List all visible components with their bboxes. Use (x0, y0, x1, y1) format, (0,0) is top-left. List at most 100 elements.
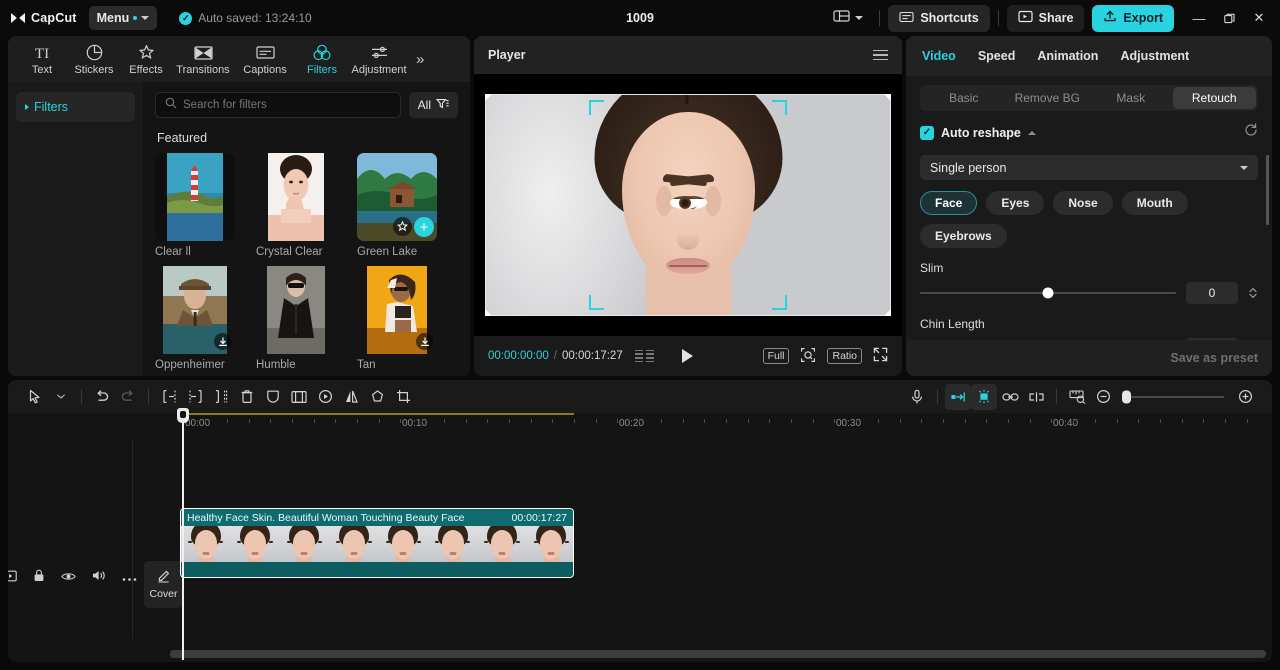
filter-thumbnail[interactable] (357, 266, 437, 354)
filter-thumbnail[interactable] (256, 266, 336, 354)
chip-eyebrows[interactable]: Eyebrows (920, 224, 1007, 248)
reset-icon[interactable] (1244, 123, 1258, 142)
snap-to-icon[interactable] (945, 383, 971, 410)
magnifier-icon[interactable] (800, 347, 816, 366)
filter-thumbnail[interactable] (155, 266, 235, 354)
frame-list-icon[interactable] (634, 349, 654, 363)
mirror-icon[interactable] (338, 384, 364, 410)
filter-thumbnail[interactable] (155, 153, 235, 241)
zoom-slider[interactable] (1122, 390, 1224, 403)
resize-handle-bottom-left[interactable] (485, 308, 493, 316)
chip-nose[interactable]: Nose (1053, 191, 1113, 215)
category-adjustment[interactable]: Adjustment (348, 42, 410, 76)
filter-item[interactable]: Oppenheimer (155, 266, 235, 371)
filter-item[interactable]: + Green Lake (357, 153, 437, 258)
unlink-icon[interactable] (1023, 384, 1049, 410)
auto-reshape-checkbox[interactable]: ✓ (920, 125, 934, 140)
more-icon[interactable] (122, 569, 137, 587)
lock-icon[interactable] (33, 569, 45, 587)
link-icon[interactable] (997, 384, 1023, 410)
timeline-horizontal-scrollbar[interactable] (170, 650, 1266, 658)
category-effects[interactable]: Effects (120, 42, 172, 76)
slim-stepper[interactable] (1248, 286, 1258, 300)
minimize-button[interactable]: — (1184, 3, 1214, 33)
hamburger-icon[interactable] (873, 49, 888, 61)
split-icon[interactable] (208, 384, 234, 410)
save-as-preset-button[interactable]: Save as preset (1170, 351, 1258, 365)
play-button[interactable] (681, 349, 693, 363)
crop-frame-icon[interactable] (286, 384, 312, 410)
chevron-double-right-icon[interactable]: » (416, 51, 424, 68)
subtab-mask[interactable]: Mask (1089, 87, 1173, 109)
filter-item[interactable]: Humble (256, 266, 336, 371)
zoom-out-icon[interactable] (1090, 384, 1116, 410)
rotate-icon[interactable] (364, 384, 390, 410)
resize-handle-bottom-right[interactable] (883, 308, 891, 316)
track-thumbnail-icon[interactable] (8, 569, 17, 587)
cover-button[interactable]: Cover (144, 561, 183, 608)
category-stickers[interactable]: Stickers (68, 42, 120, 76)
split-left-icon[interactable] (156, 384, 182, 410)
subtab-retouch[interactable]: Retouch (1172, 87, 1256, 109)
sidebar-item-filters[interactable]: Filters (16, 92, 135, 122)
person-select[interactable]: Single person (920, 155, 1258, 180)
microphone-icon[interactable] (904, 384, 930, 410)
select-dropdown-icon[interactable] (48, 384, 74, 410)
layout-button[interactable] (825, 5, 871, 32)
crop-handle-bottom-right[interactable] (772, 295, 787, 310)
mask-shield-icon[interactable] (260, 384, 286, 410)
collapse-chevron-icon[interactable] (1027, 130, 1036, 135)
zoom-slider-knob[interactable] (1122, 390, 1131, 403)
split-right-icon[interactable] (182, 384, 208, 410)
undo-icon[interactable] (89, 384, 115, 410)
close-button[interactable]: ✕ (1244, 3, 1274, 33)
category-filters[interactable]: Filters (296, 42, 348, 76)
filter-all-button[interactable]: All (408, 92, 458, 118)
ruler-icon[interactable] (1064, 384, 1090, 410)
download-icon[interactable] (214, 333, 231, 350)
chip-mouth[interactable]: Mouth (1121, 191, 1188, 215)
filter-item[interactable]: Crystal Clear (256, 153, 336, 258)
chip-eyes[interactable]: Eyes (986, 191, 1045, 215)
right-panel-scrollbar[interactable] (1266, 155, 1269, 225)
resize-handle-top-left[interactable] (485, 94, 493, 102)
crop-handle-bottom-left[interactable] (589, 295, 604, 310)
category-captions[interactable]: Captions (234, 42, 296, 76)
ratio-button[interactable]: Ratio (827, 348, 862, 364)
magnet-icon[interactable] (971, 383, 997, 410)
category-transitions[interactable]: Transitions (172, 42, 234, 76)
playhead[interactable] (177, 408, 189, 660)
export-button[interactable]: Export (1092, 4, 1174, 32)
full-quality-button[interactable]: Full (762, 348, 790, 364)
favorite-star-icon[interactable] (393, 217, 412, 236)
download-icon[interactable] (416, 333, 433, 350)
search-input[interactable]: Search for filters (155, 92, 401, 118)
timeline-ruler[interactable]: 00:00 00:10 00:20 00:30 00:40 (8, 413, 1272, 439)
timeline-clip[interactable]: Healthy Face Skin. Beautiful Woman Touch… (180, 508, 574, 578)
tab-animation[interactable]: Animation (1037, 49, 1098, 63)
category-text[interactable]: TI Text (16, 42, 68, 76)
subtab-remove-bg[interactable]: Remove BG (1006, 87, 1090, 109)
zoom-in-icon[interactable] (1232, 384, 1258, 410)
share-button[interactable]: Share (1006, 4, 1085, 32)
subtab-basic[interactable]: Basic (922, 87, 1006, 109)
shortcuts-button[interactable]: Shortcuts (888, 4, 990, 32)
select-arrow-icon[interactable] (22, 384, 48, 410)
filter-thumbnail[interactable] (256, 153, 336, 241)
slim-value-input[interactable]: 0 (1186, 282, 1238, 304)
video-preview[interactable] (485, 94, 891, 316)
tab-video[interactable]: Video (922, 49, 956, 63)
redo-icon[interactable] (115, 384, 141, 410)
chip-face[interactable]: Face (920, 191, 978, 215)
crop-handle-top-right[interactable] (772, 100, 787, 115)
maximize-button[interactable] (1214, 3, 1244, 33)
filter-thumbnail[interactable]: + (357, 153, 437, 241)
resize-handle-top-right[interactable] (883, 94, 891, 102)
volume-icon[interactable] (92, 569, 106, 587)
slim-slider-knob[interactable] (1042, 287, 1054, 299)
filter-item[interactable]: Clear ll (155, 153, 235, 258)
add-filter-button[interactable]: + (414, 217, 434, 237)
keyframe-icon[interactable] (312, 384, 338, 410)
delete-icon[interactable] (234, 384, 260, 410)
tab-adjustment[interactable]: Adjustment (1120, 49, 1189, 63)
